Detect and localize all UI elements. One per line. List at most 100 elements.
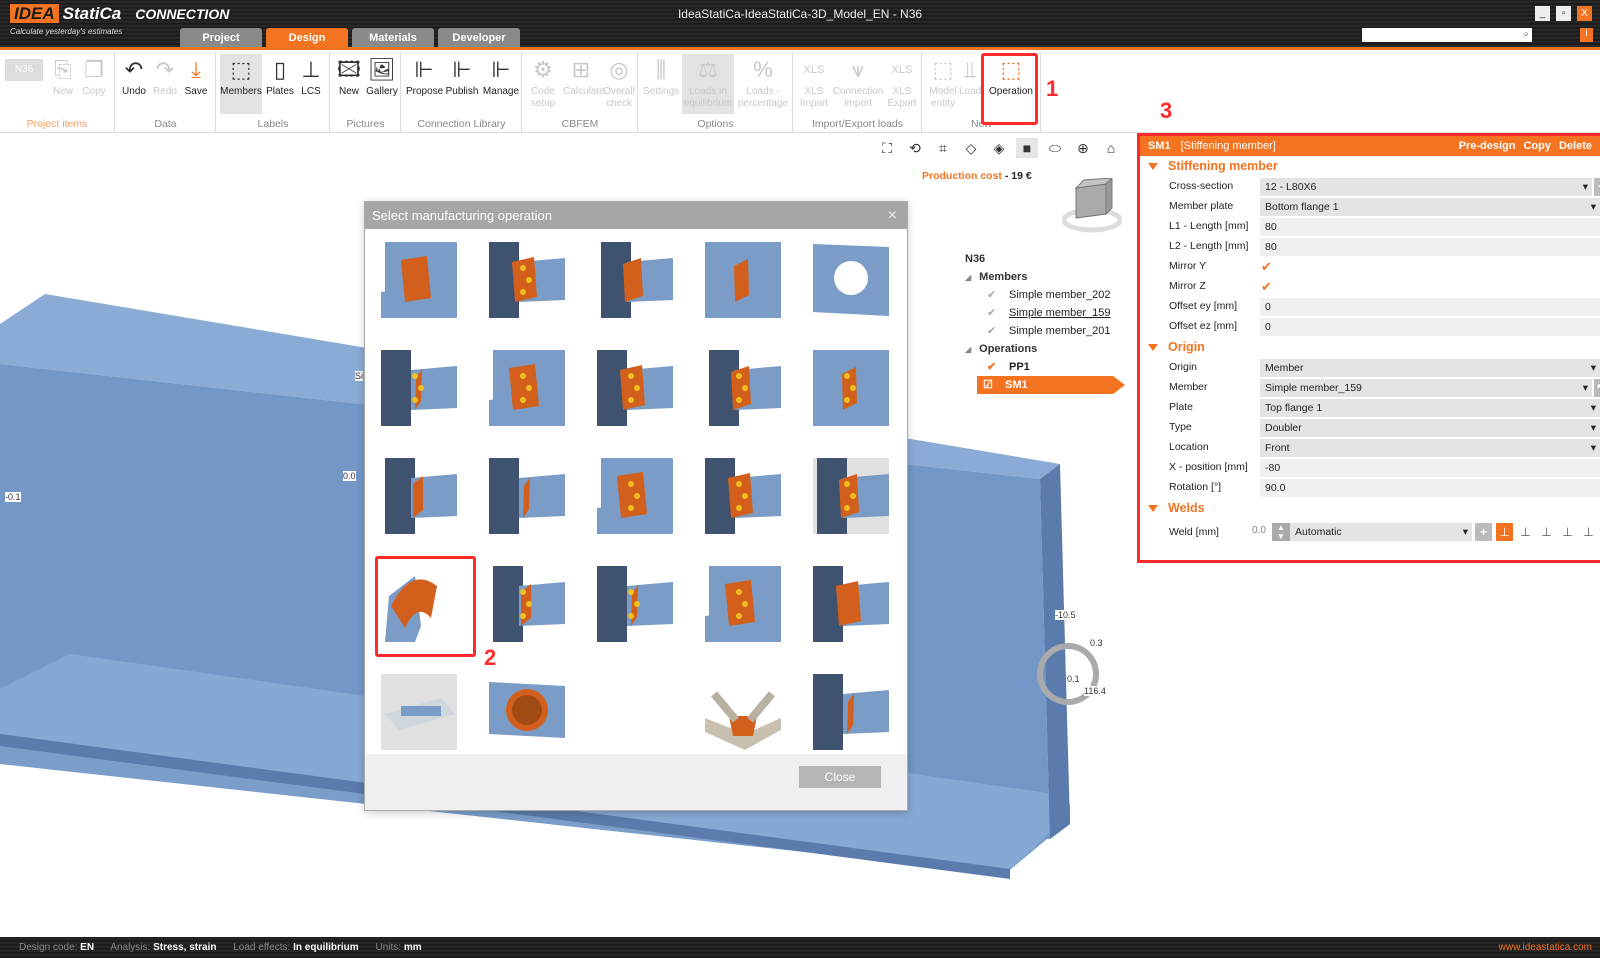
copy-operation-button[interactable]: Copy — [1523, 140, 1551, 152]
new-picture-button[interactable]: 🖾 New — [333, 54, 365, 98]
pick-member-icon[interactable]: ↖ — [1594, 379, 1600, 397]
members-button[interactable]: ⬚ Members — [220, 54, 262, 114]
search-input[interactable]: ⌕ — [1362, 28, 1532, 42]
property-input[interactable]: 90.0 — [1260, 479, 1600, 497]
tab-materials[interactable]: Materials — [352, 28, 434, 48]
calculate-button[interactable]: ⊞ Calculate — [563, 54, 605, 98]
operation-tile-flange-cover-plate[interactable] — [813, 350, 889, 426]
operation-tile-stiffening-plate[interactable] — [489, 242, 565, 318]
operation-tile-bolted-flange-plate[interactable] — [705, 566, 781, 642]
operation-tile-base-plate-anchors[interactable] — [813, 458, 889, 534]
operation-tile-splice-plate[interactable] — [705, 350, 781, 426]
tree-root[interactable]: N36 — [965, 250, 1125, 268]
weld-option-icon[interactable]: ⊥ — [1580, 523, 1597, 541]
fillet-weld-icon[interactable]: ⊥ — [1496, 523, 1513, 541]
tree-operations-node[interactable]: ◢ Operations — [965, 340, 1125, 358]
model-entity-button[interactable]: ⬚ Model entity — [927, 54, 959, 110]
operation-tile-cleat-plate[interactable] — [597, 566, 673, 642]
pre-design-button[interactable]: Pre-design — [1459, 140, 1516, 152]
tree-member-item[interactable]: ✔ Simple member_159 — [965, 304, 1125, 322]
save-button[interactable]: ⤓ Save — [180, 54, 212, 98]
undo-button[interactable]: ↶ Undo — [118, 54, 150, 98]
website-link[interactable]: www.ideastatica.com — [1499, 937, 1592, 958]
rotate-icon[interactable]: ⟲ — [904, 138, 926, 158]
project-item-select[interactable]: N36 — [5, 54, 43, 81]
delete-operation-button[interactable]: Delete — [1559, 140, 1592, 152]
load-button[interactable]: ⫫ Load — [959, 54, 981, 98]
operation-tile-beam-to-column-tube[interactable] — [813, 674, 889, 750]
operation-tile-gusset-bracing[interactable] — [381, 458, 457, 534]
section-origin[interactable]: Origin — [1140, 337, 1600, 358]
member-view-icon[interactable]: ⬭ — [1044, 138, 1066, 158]
connection-import-button[interactable]: ⩛ Connection Import — [832, 54, 884, 110]
operation-tile-plate-doubler[interactable] — [489, 566, 565, 642]
plates-button[interactable]: ▯ Plates — [264, 54, 296, 98]
axis-icon[interactable]: ⊕ — [1072, 138, 1094, 158]
operation-tile-bolted-cleats[interactable] — [705, 458, 781, 534]
gallery-button[interactable]: 🖼 Gallery — [366, 54, 398, 98]
property-input[interactable]: 0 — [1260, 298, 1600, 316]
property-select[interactable]: 12 - L80X6 — [1260, 178, 1592, 196]
manage-button[interactable]: ⊩ Manage — [482, 54, 520, 98]
operation-tile-web-bolted-plate[interactable] — [597, 458, 673, 534]
property-select[interactable]: Top flange 1 — [1260, 399, 1600, 417]
redo-button[interactable]: ↷ Redo — [149, 54, 181, 98]
loads-in-equilibrium-button[interactable]: ⚖ Loads in equilibrium — [682, 54, 734, 114]
property-select[interactable]: Simple member_159 — [1260, 379, 1592, 397]
section-stiffening-member[interactable]: Stiffening member — [1140, 156, 1600, 177]
double-fillet-icon[interactable]: ⊥ — [1538, 523, 1555, 541]
publish-button[interactable]: ⊩ Publish — [444, 54, 480, 98]
tree-member-item[interactable]: ✔ Simple member_202 — [965, 286, 1125, 304]
xls-import-button[interactable]: XLS XLS Import — [798, 54, 830, 110]
property-select[interactable]: Member — [1260, 359, 1600, 377]
tree-member-item[interactable]: ✔ Simple member_201 — [965, 322, 1125, 340]
property-input[interactable]: 80 — [1260, 218, 1600, 236]
maximize-button[interactable]: ▫ — [1556, 6, 1571, 21]
operation-tile-flange-doubler[interactable] — [813, 566, 889, 642]
info-button[interactable]: i — [1580, 28, 1593, 42]
close-icon[interactable]: × — [888, 202, 897, 229]
operation-tile-tube-opening[interactable] — [489, 674, 565, 750]
property-select[interactable]: Bottom flange 1 — [1260, 198, 1600, 216]
lcs-button[interactable]: ⊥ LCS — [295, 54, 327, 98]
transparent-icon[interactable]: ◈ — [988, 138, 1010, 158]
add-cross-section-icon[interactable]: + — [1594, 178, 1600, 196]
weld-stepper[interactable]: ▲ ▼ — [1272, 523, 1290, 541]
operation-tile-fin-plate-cut[interactable] — [489, 350, 565, 426]
cut-icon[interactable]: ⌗ — [932, 138, 954, 158]
tree-operation-item-selected[interactable]: ☑ SM1 — [977, 376, 1125, 394]
tab-design[interactable]: Design — [266, 28, 348, 48]
add-weld-icon[interactable]: + — [1475, 523, 1492, 541]
home-icon[interactable]: ⌂ — [1100, 138, 1122, 158]
close-button[interactable]: Close — [799, 766, 881, 788]
overall-check-button[interactable]: ◎ Overall check — [603, 54, 635, 110]
property-select[interactable]: Doubler — [1260, 419, 1600, 437]
single-fillet-icon[interactable]: ⊥ — [1517, 523, 1534, 541]
close-window-button[interactable]: X — [1577, 6, 1592, 21]
section-welds[interactable]: Welds — [1140, 498, 1600, 519]
wireframe-icon[interactable]: ◇ — [960, 138, 982, 158]
property-checkbox[interactable]: ✔ — [1261, 279, 1272, 295]
operation-tile-tube-gusset[interactable] — [489, 458, 565, 534]
minimize-button[interactable]: _ — [1535, 6, 1550, 21]
weld-type-select[interactable]: Automatic — [1290, 523, 1472, 541]
operation-tile-end-plate[interactable] — [381, 350, 457, 426]
property-input[interactable]: 80 — [1260, 238, 1600, 256]
solid-icon[interactable]: ■ — [1016, 138, 1038, 158]
tree-members-node[interactable]: ◢ Members — [965, 268, 1125, 286]
property-select[interactable]: Front — [1260, 439, 1600, 457]
propose-button[interactable]: ⊩ Propose — [406, 54, 443, 98]
operation-tile-web-cleat[interactable] — [597, 350, 673, 426]
settings-button[interactable]: ⫼ Settings — [643, 54, 679, 98]
code-setup-button[interactable]: ⚙ Code setup — [527, 54, 559, 110]
xls-export-button[interactable]: XLS XLS Export — [886, 54, 918, 110]
operation-tile-stiffener-angle[interactable] — [381, 242, 457, 318]
copy-button[interactable]: ❐ Copy — [78, 54, 110, 98]
new-button[interactable]: ⎘ New — [47, 54, 79, 98]
loads-percentage-button[interactable]: % Loads - percentage — [737, 54, 789, 110]
navigation-cube[interactable] — [1062, 178, 1122, 234]
tab-project[interactable]: Project — [180, 28, 262, 48]
weld-size[interactable]: 0.0 — [1252, 525, 1266, 536]
operation-tile-haunch-stiffeners[interactable] — [597, 242, 673, 318]
operation-tile-plate-opening[interactable] — [813, 242, 889, 318]
